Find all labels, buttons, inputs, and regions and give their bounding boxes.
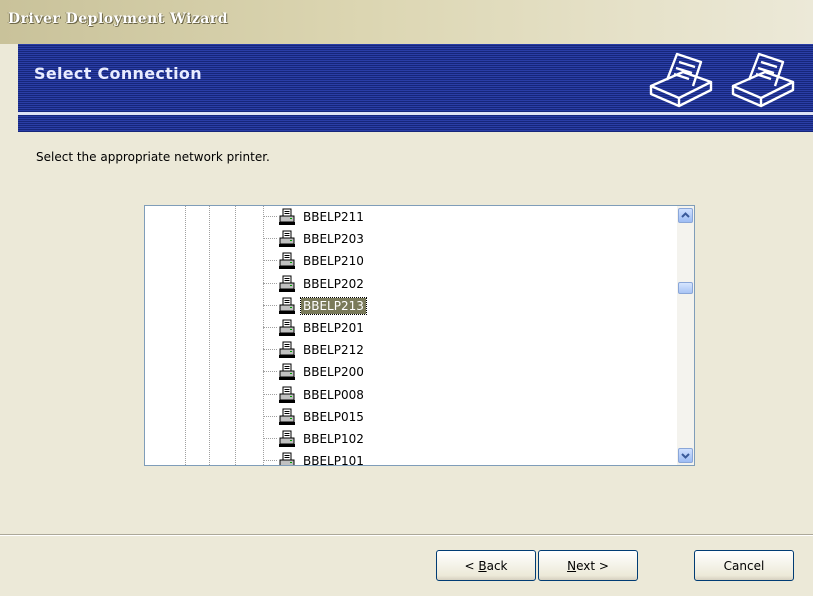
next-button[interactable]: Next > [538, 550, 638, 581]
instruction-text: Select the appropriate network printer. [36, 150, 270, 164]
tree-guide-line [235, 206, 236, 465]
scroll-up-button[interactable] [678, 208, 693, 223]
printer-icon [278, 363, 296, 381]
printer-tree[interactable]: BBELP211 BBELP203 BBELP210 BBELP202 BBELP213… [144, 205, 695, 466]
tree-connector [263, 327, 277, 328]
tree-item-label: BBELP210 [303, 254, 364, 269]
tree-guide-line [185, 206, 186, 465]
tree-guide-line [209, 206, 210, 465]
tree-connector [263, 438, 277, 439]
tree-item-label: BBELP212 [303, 343, 364, 358]
tree-connector [263, 260, 277, 262]
tree-connector [263, 304, 277, 306]
tree-item[interactable]: BBELP213 [263, 295, 683, 317]
printer-icon [278, 408, 296, 426]
tree-item-label: BBELP203 [303, 232, 364, 247]
scroll-down-button[interactable] [678, 448, 693, 463]
tree-item[interactable]: BBELP008 [263, 384, 683, 406]
printer-icon [278, 430, 296, 448]
printer-icon [278, 452, 296, 465]
printer-icon [649, 52, 713, 108]
wizard-header: Select Connection [18, 44, 813, 132]
footer-divider [0, 534, 813, 536]
printer-icon [278, 275, 296, 293]
tree-connector [263, 349, 277, 351]
tree-item[interactable]: BBELP202 [263, 273, 683, 295]
tree-item[interactable]: BBELP212 [263, 339, 683, 361]
tree-item[interactable]: BBELP102 [263, 428, 683, 450]
tree-item[interactable]: BBELP101 [263, 450, 683, 466]
printer-icon [278, 341, 296, 359]
tree-connector [263, 282, 277, 284]
tree-connector [263, 393, 277, 395]
scroll-thumb[interactable] [678, 282, 693, 294]
tree-item[interactable]: BBELP201 [263, 317, 683, 339]
tree-connector [263, 415, 277, 417]
vertical-scrollbar[interactable] [677, 206, 694, 465]
tree-connector [263, 216, 277, 217]
cancel-button[interactable]: Cancel [694, 550, 794, 581]
tree-item[interactable]: BBELP211 [263, 206, 683, 228]
tree-item[interactable]: BBELP203 [263, 228, 683, 250]
tree-item-label: BBELP008 [303, 387, 364, 402]
printer-icon [278, 386, 296, 404]
chevron-down-icon [681, 453, 690, 459]
title-bar: Driver Deployment Wizard [0, 0, 813, 44]
tree-item-label: BBELP202 [303, 276, 364, 291]
chevron-up-icon [681, 212, 690, 218]
tree-item-label: BBELP102 [303, 432, 364, 446]
tree-item[interactable]: BBELP200 [263, 361, 683, 383]
back-button[interactable]: < Back [436, 550, 536, 581]
printer-icon [278, 319, 296, 337]
window-title: Driver Deployment Wizard [8, 11, 228, 27]
printer-icon [731, 52, 795, 108]
tree-connector [263, 371, 277, 373]
tree-item[interactable]: BBELP210 [263, 250, 683, 272]
page-title: Select Connection [34, 64, 202, 83]
tree-item-label: BBELP200 [303, 365, 364, 380]
tree-connector [263, 460, 277, 462]
tree-connector [263, 238, 277, 240]
tree-item[interactable]: BBELP015 [263, 406, 683, 428]
printer-icon [278, 208, 296, 226]
printer-icon [278, 252, 296, 270]
tree-item-label: BBELP211 [303, 210, 364, 224]
printer-icon [278, 297, 296, 315]
tree-item-label: BBELP213 [300, 296, 367, 315]
tree-item-label: BBELP101 [303, 454, 364, 466]
header-separator [18, 112, 813, 115]
header-printer-icons [649, 52, 795, 108]
tree-item-label: BBELP015 [303, 409, 364, 424]
printer-icon [278, 230, 296, 248]
tree-item-label: BBELP201 [303, 321, 364, 335]
